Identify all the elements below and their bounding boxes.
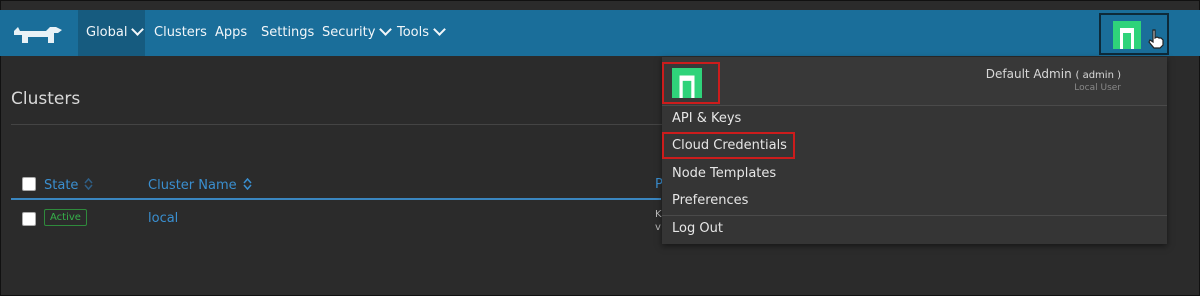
divider	[662, 105, 1167, 106]
user-avatar-icon	[1113, 21, 1141, 49]
menu-item-api-keys[interactable]: API & Keys	[672, 111, 741, 126]
highlight-box-avatar	[662, 62, 720, 104]
nav-tools[interactable]: Tools	[397, 23, 446, 40]
nav-security[interactable]: Security	[322, 23, 393, 40]
sort-icon	[84, 178, 93, 190]
divider	[662, 215, 1167, 216]
nav-global-label[interactable]: Global	[86, 23, 145, 40]
top-navbar: Global Clusters Apps Settings Security T…	[0, 10, 1200, 56]
page-title: Clusters	[11, 89, 81, 109]
provider-version-text: v	[655, 222, 661, 233]
chevron-down-icon	[433, 23, 446, 36]
menu-item-log-out[interactable]: Log Out	[672, 221, 723, 236]
provider-text: K	[655, 209, 662, 220]
user-menu-header: Default Admin ( admin ) Local User	[662, 57, 1167, 105]
select-all-checkbox[interactable]	[22, 177, 36, 191]
table-header-rule	[11, 198, 661, 200]
chevron-down-icon	[379, 23, 393, 36]
row-checkbox[interactable]	[22, 212, 36, 226]
menu-item-preferences[interactable]: Preferences	[672, 193, 748, 208]
nav-apps[interactable]: Apps	[215, 25, 247, 40]
status-badge: Active	[44, 209, 87, 226]
menu-item-node-templates[interactable]: Node Templates	[672, 166, 776, 181]
user-dropdown-menu: Default Admin ( admin ) Local User API &…	[662, 57, 1167, 244]
user-display-name: Default Admin ( admin )	[985, 67, 1121, 81]
rancher-logo-icon	[14, 27, 62, 43]
user-type: Local User	[1074, 83, 1121, 93]
cluster-name-link[interactable]: local	[148, 211, 178, 226]
user-avatar-button[interactable]	[1099, 13, 1169, 55]
logo-link[interactable]	[0, 10, 78, 56]
user-avatar-icon	[672, 68, 702, 98]
divider	[11, 124, 666, 125]
nav-clusters[interactable]: Clusters	[154, 25, 207, 40]
nav-settings[interactable]: Settings	[261, 25, 314, 40]
menu-item-cloud-credentials[interactable]: Cloud Credentials	[672, 138, 787, 153]
sort-icon	[243, 178, 252, 190]
column-header-state[interactable]: State	[44, 177, 93, 193]
column-header-cluster-name[interactable]: Cluster Name	[148, 177, 252, 193]
hand-pointer-icon	[1148, 29, 1164, 49]
chevron-down-icon	[131, 23, 145, 36]
